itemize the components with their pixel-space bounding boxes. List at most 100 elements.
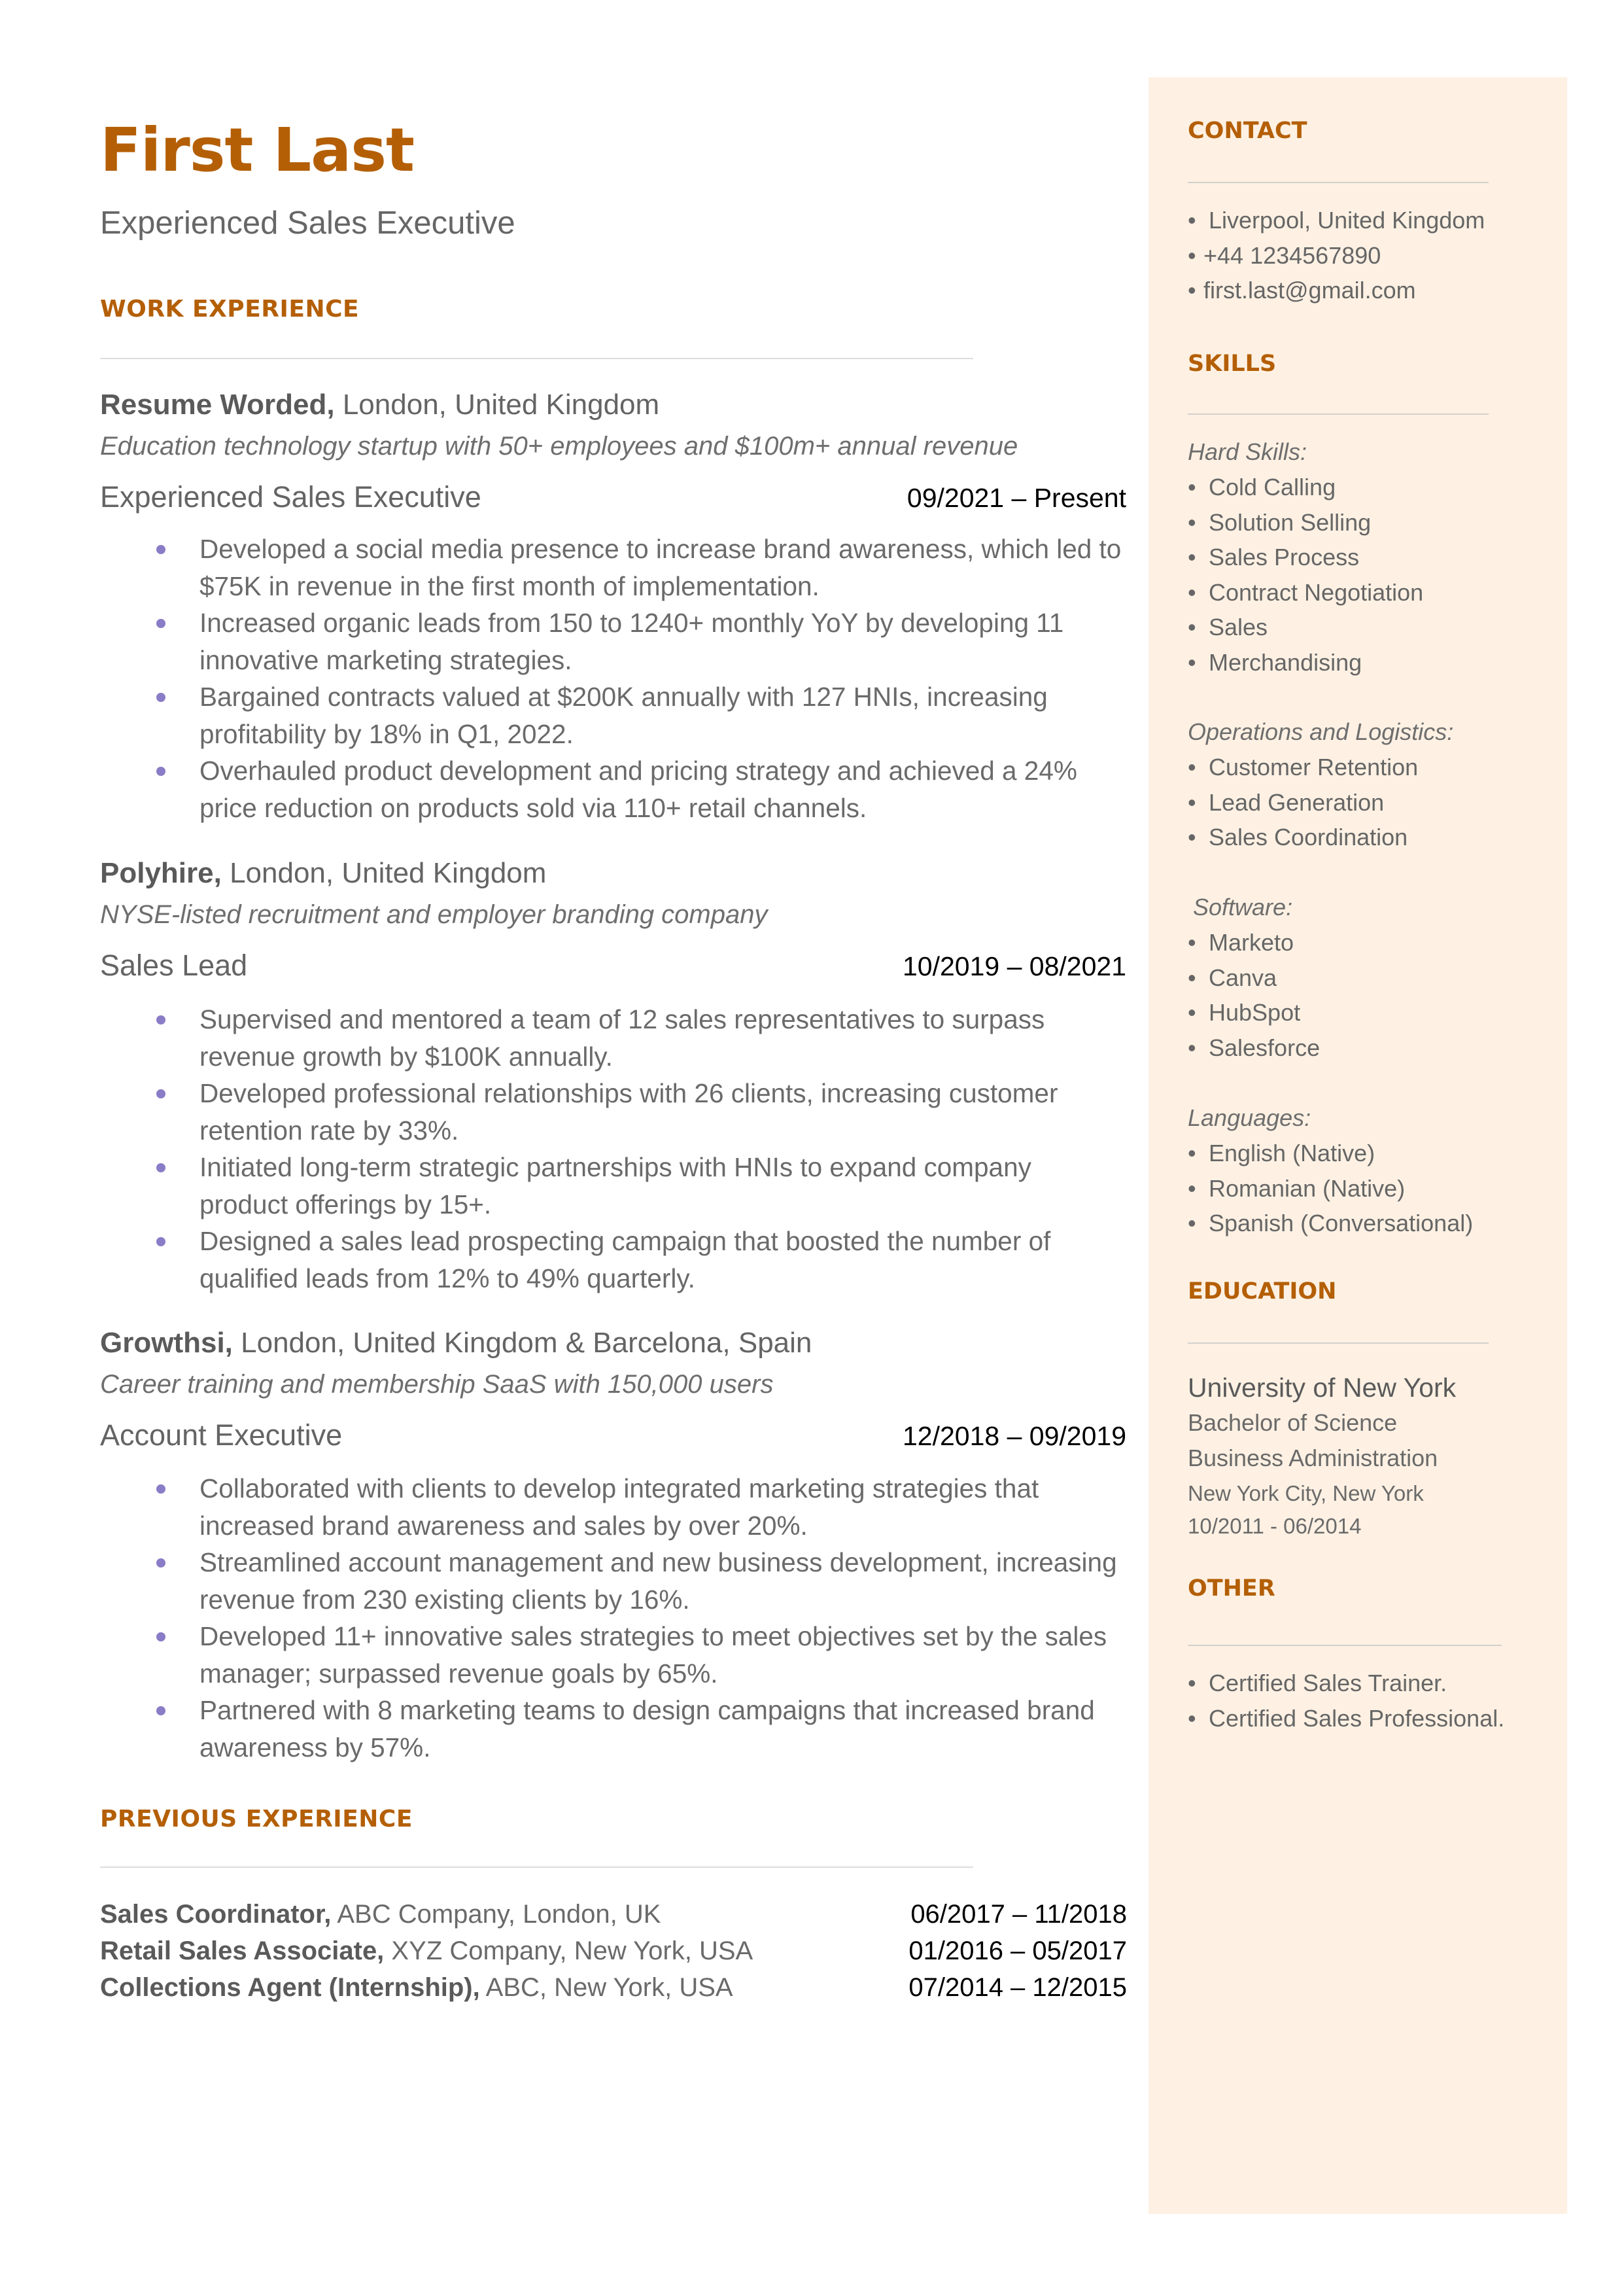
item-text: Streamlined account management and new b… [199,1547,1117,1615]
bullet-item: Developed professional relationships wit… [156,1075,1124,1149]
previous-job-dates: 01/2016 – 05/2017 [908,1936,1127,1965]
item-text: first.last@gmail.com [1203,277,1416,304]
bullet-icon: • [1188,964,1196,991]
bullet-icon: • [1188,1174,1196,1202]
item-text: Developed a social media presence to inc… [199,534,1122,601]
job-company-line: Polyhire, London, United Kingdom [100,857,546,890]
skill-item: • Solution Selling [1188,505,1423,540]
item-text: Sales [1209,614,1268,640]
skill-item: • Sales [1188,610,1423,645]
item-text: Contract Negotiation [1209,578,1424,606]
item-text: Overhauled product development and prici… [199,756,1077,823]
item-text: Canva [1209,964,1277,991]
bullet-icon: • [1188,1704,1196,1732]
bullet-icon: • [1188,241,1196,269]
job-role: Account Executive [100,1418,343,1452]
other-item: • Certified Sales Professional. [1188,1701,1504,1736]
item-text: Increased organic leads from 150 to 1240… [199,608,1064,675]
other-item: • Certified Sales Trainer. [1188,1666,1504,1701]
bullet-dot-icon [156,767,165,776]
item-text: Salesforce [1209,1034,1321,1061]
job-role: Sales Lead [100,949,248,982]
section-divider [100,358,973,359]
skill-item: • HubSpot [1188,995,1320,1030]
previous-experience-heading: PREVIOUS EXPERIENCE [100,1806,413,1832]
section-divider [1188,413,1489,415]
company-location: London, United Kingdom [221,857,547,889]
skill-item: • Customer Retention [1188,750,1418,785]
company-name: Growthsi, [100,1327,233,1359]
item-text: Merchandising [1209,648,1362,676]
bullet-dot-icon [156,545,165,554]
skill-item: • Merchandising [1188,645,1423,680]
bullet-item: Increased organic leads from 150 to 1240… [156,604,1124,678]
company-name: Polyhire, [100,857,222,889]
item-text: Designed a sales lead prospecting campai… [199,1226,1051,1293]
item-text: Liverpool, United Kingdom [1209,207,1485,234]
bullet-icon: • [1188,788,1196,816]
education-degree: Bachelor of Science [1188,1409,1398,1436]
bullet-item: Streamlined account management and new b… [156,1544,1124,1618]
previous-job-dates: 07/2014 – 12/2015 [908,1973,1127,2002]
contact-location: • Liverpool, United Kingdom [1188,203,1485,238]
skill-group-label: Hard Skills: [1188,438,1307,465]
sidebar: CONTACT • Liverpool, United Kingdom • +44 … [1149,77,1567,2214]
bullet-icon: • [1188,999,1196,1026]
item-text: Solution Selling [1209,508,1372,536]
bullet-dot-icon [156,1484,165,1494]
bullet-icon: • [1188,1210,1196,1236]
job-bullets: Developed a social media presence to inc… [156,531,1124,826]
education-heading: EDUCATION [1188,1278,1337,1305]
item-text: Developed professional relationships wit… [199,1078,1058,1146]
bullet-item: Overhauled product development and prici… [156,752,1124,826]
company-location: London, United Kingdom [334,389,660,421]
contact-heading: CONTACT [1188,118,1307,144]
candidate-name: First Last [100,115,415,185]
bullet-icon: • [1188,207,1196,234]
previous-job-details: ABC, New York, USA [479,1973,733,2002]
skill-group-label: Languages: [1188,1104,1311,1131]
education-dates: 10/2011 - 06/2014 [1188,1514,1362,1538]
contact-list: • Liverpool, United Kingdom • +44 12345678… [1188,203,1485,308]
skill-list: • Customer Retention • Lead Generation • Sa… [1188,750,1418,855]
contact-email[interactable]: • first.last@gmail.com [1188,273,1485,308]
bullet-dot-icon [156,1706,165,1715]
section-divider [1188,1342,1489,1344]
section-divider [1188,1645,1502,1646]
skill-item: • Contract Negotiation [1188,575,1423,610]
bullet-icon: • [1188,929,1196,956]
company-location: London, United Kingdom & Barcelona, Spai… [232,1327,812,1359]
item-text: Collaborated with clients to develop int… [199,1473,1039,1541]
education-location: New York City, New York [1188,1481,1424,1505]
skill-item: • Salesforce [1188,1030,1320,1066]
company-description: Career training and membership SaaS with… [100,1370,774,1399]
candidate-title: Experienced Sales Executive [100,205,515,241]
item-text: Certified Sales Trainer. [1209,1670,1447,1696]
job-dates: 09/2021 – Present [907,483,1126,513]
bullet-icon: • [1188,578,1196,606]
item-text: Bargained contracts valued at $200K annu… [199,682,1048,749]
skill-list: • English (Native) • Romanian (Native) • Sp… [1188,1136,1473,1241]
bullet-item: Developed a social media presence to inc… [156,531,1124,604]
work-experience-heading: WORK EXPERIENCE [100,296,360,323]
skill-item: • Canva [1188,960,1320,996]
previous-job-row: Retail Sales Associate, XYZ Company, New… [100,1936,1127,1973]
skill-item: • Lead Generation [1188,785,1418,820]
skill-list: • Marketo • Canva • HubSpot • Salesforce [1188,925,1320,1065]
item-text: Marketo [1209,929,1294,956]
skill-item: • Sales Process [1188,540,1423,575]
bullet-icon: • [1188,508,1196,536]
bullet-dot-icon [156,1558,165,1568]
bullet-icon: • [1188,544,1196,570]
item-text: Cold Calling [1209,474,1336,500]
previous-job-role: Collections Agent (Internship), [100,1973,480,2002]
education-school: University of New York [1188,1373,1457,1403]
bullet-icon: • [1188,474,1196,500]
item-text: Certified Sales Professional. [1209,1704,1505,1732]
skill-list: • Cold Calling • Solution Selling • Sales P… [1188,470,1423,680]
item-text: +44 1234567890 [1203,241,1381,269]
company-description: Education technology startup with 50+ em… [100,432,1018,461]
item-text: Initiated long-term strategic partnershi… [199,1152,1031,1219]
bullet-dot-icon [156,1632,165,1641]
bullet-dot-icon [156,693,165,702]
